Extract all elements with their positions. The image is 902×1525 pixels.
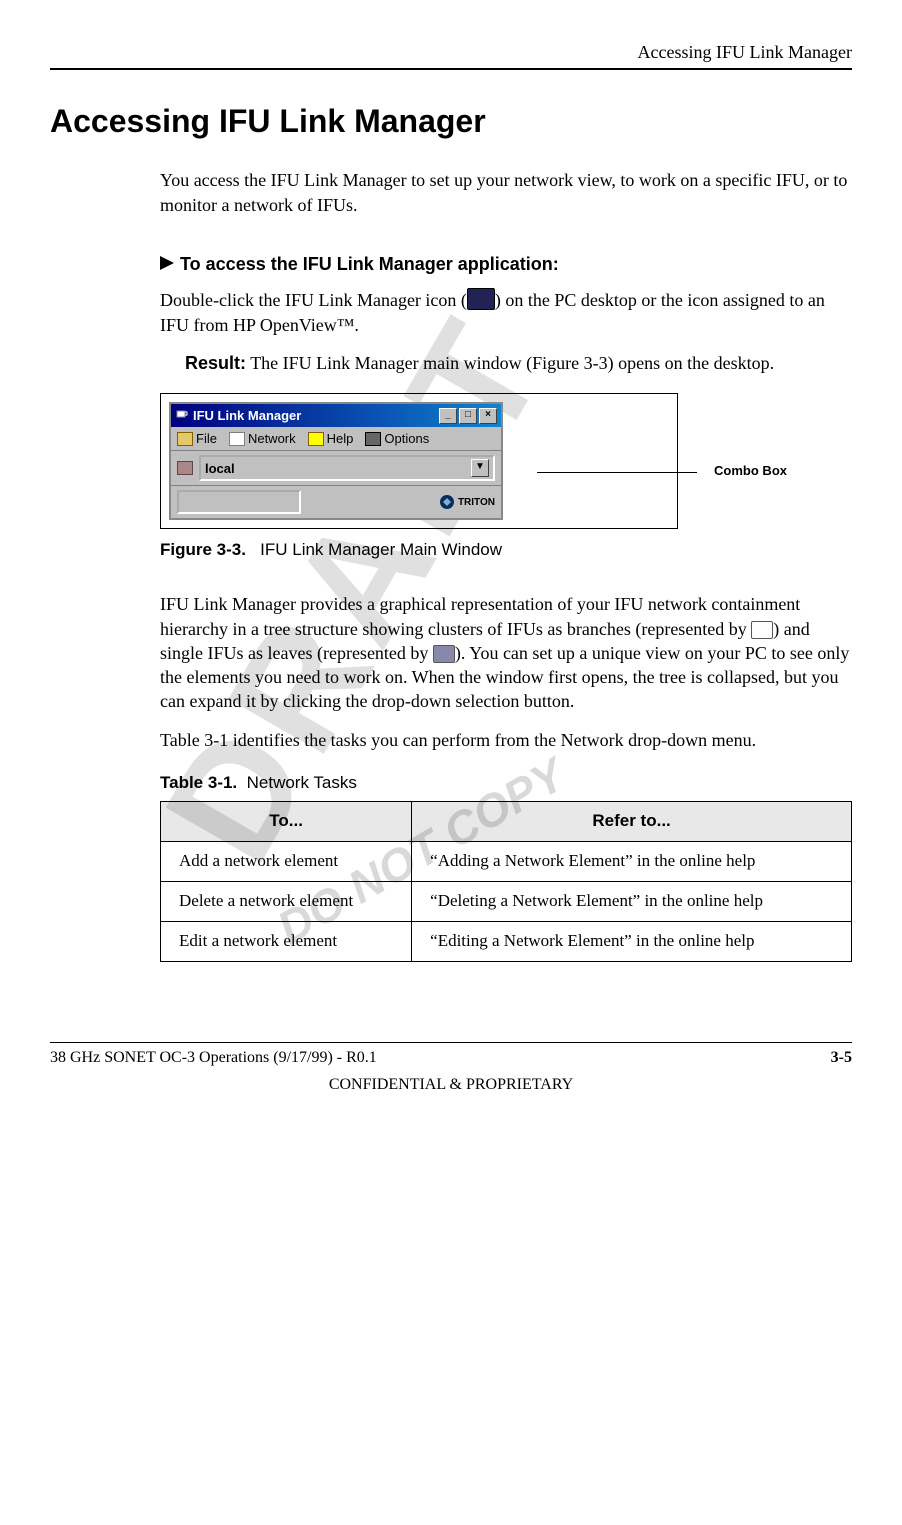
menu-file-label: File bbox=[196, 430, 217, 448]
help-icon bbox=[308, 432, 324, 446]
app-window: IFU Link Manager _ □ × File Network Help… bbox=[169, 402, 503, 520]
combo-value: local bbox=[205, 460, 235, 478]
running-header: Accessing IFU Link Manager bbox=[50, 40, 852, 64]
classification: CONFIDENTIAL & PROPRIETARY bbox=[50, 1074, 852, 1096]
procedure-heading: To access the IFU Link Manager applicati… bbox=[160, 252, 852, 276]
table-row: Add a network element “Adding a Network … bbox=[161, 841, 852, 881]
figure-caption: Figure 3-3. IFU Link Manager Main Window bbox=[160, 539, 852, 562]
col-to: To... bbox=[161, 802, 412, 842]
paragraph-2: IFU Link Manager provides a graphical re… bbox=[160, 592, 852, 713]
result-block: Result: The IFU Link Manager main window… bbox=[185, 351, 852, 375]
cell-ref: “Deleting a Network Element” in the onli… bbox=[412, 881, 852, 921]
chevron-down-icon[interactable]: ▼ bbox=[471, 459, 489, 477]
table-number: Table 3-1. bbox=[160, 773, 237, 792]
cell-ref: “Editing a Network Element” in the onlin… bbox=[412, 921, 852, 961]
ifu-desktop-icon bbox=[467, 288, 495, 310]
procedure-heading-text: To access the IFU Link Manager applicati… bbox=[180, 252, 559, 276]
screenshot-frame: IFU Link Manager _ □ × File Network Help… bbox=[160, 393, 678, 529]
paragraph-3: Table 3-1 identifies the tasks you can p… bbox=[160, 728, 852, 752]
cell-to: Add a network element bbox=[161, 841, 412, 881]
status-bar: TRITON bbox=[171, 485, 501, 518]
para2-a: IFU Link Manager provides a graphical re… bbox=[160, 594, 800, 638]
step-1: Double-click the IFU Link Manager icon (… bbox=[160, 288, 852, 337]
footer-rule bbox=[50, 1042, 852, 1043]
options-icon bbox=[365, 432, 381, 446]
folder-icon bbox=[177, 432, 193, 446]
brand-text: TRITON bbox=[458, 496, 495, 510]
menu-options[interactable]: Options bbox=[365, 430, 429, 448]
title-bar: IFU Link Manager _ □ × bbox=[171, 404, 501, 427]
network-icon bbox=[229, 432, 245, 446]
footer: 38 GHz SONET OC-3 Operations (9/17/99) -… bbox=[50, 1047, 852, 1069]
col-refer: Refer to... bbox=[412, 802, 852, 842]
callout-label: Combo Box bbox=[714, 462, 787, 480]
menu-bar: File Network Help Options bbox=[171, 427, 501, 452]
menu-network-label: Network bbox=[248, 430, 296, 448]
leaf-icon bbox=[433, 645, 455, 663]
cell-to: Delete a network element bbox=[161, 881, 412, 921]
figure-number: Figure 3-3. bbox=[160, 540, 246, 559]
page-number: 3-5 bbox=[831, 1047, 852, 1069]
maximize-button[interactable]: □ bbox=[459, 408, 477, 424]
briefcase-icon bbox=[177, 461, 193, 475]
figure-caption-text: IFU Link Manager Main Window bbox=[260, 540, 502, 559]
table-caption: Table 3-1. Network Tasks bbox=[160, 772, 852, 795]
result-label: Result: bbox=[185, 353, 246, 373]
cell-ref: “Adding a Network Element” in the online… bbox=[412, 841, 852, 881]
callout-line bbox=[537, 472, 697, 473]
close-button[interactable]: × bbox=[479, 408, 497, 424]
menu-options-label: Options bbox=[384, 430, 429, 448]
step-1-text-a: Double-click the IFU Link Manager icon ( bbox=[160, 290, 467, 310]
header-rule bbox=[50, 68, 852, 70]
footer-left: 38 GHz SONET OC-3 Operations (9/17/99) -… bbox=[50, 1047, 377, 1069]
brand-logo: TRITON bbox=[439, 490, 495, 514]
table-row: Delete a network element “Deleting a Net… bbox=[161, 881, 852, 921]
java-cup-icon bbox=[175, 406, 189, 425]
combo-box[interactable]: local ▼ bbox=[199, 455, 495, 481]
menu-help-label: Help bbox=[327, 430, 354, 448]
menu-file[interactable]: File bbox=[177, 430, 217, 448]
table-row: Edit a network element “Editing a Networ… bbox=[161, 921, 852, 961]
table-caption-text: Network Tasks bbox=[247, 773, 357, 792]
page-title: Accessing IFU Link Manager bbox=[50, 100, 852, 143]
cluster-icon bbox=[751, 621, 773, 639]
minimize-button[interactable]: _ bbox=[439, 408, 457, 424]
arrow-icon bbox=[160, 252, 174, 276]
window-title: IFU Link Manager bbox=[193, 407, 301, 425]
menu-help[interactable]: Help bbox=[308, 430, 354, 448]
result-text: The IFU Link Manager main window (Figure… bbox=[246, 353, 774, 373]
intro-paragraph: You access the IFU Link Manager to set u… bbox=[160, 168, 852, 217]
status-cell bbox=[177, 490, 301, 514]
network-tasks-table: To... Refer to... Add a network element … bbox=[160, 801, 852, 962]
menu-network[interactable]: Network bbox=[229, 430, 296, 448]
cell-to: Edit a network element bbox=[161, 921, 412, 961]
